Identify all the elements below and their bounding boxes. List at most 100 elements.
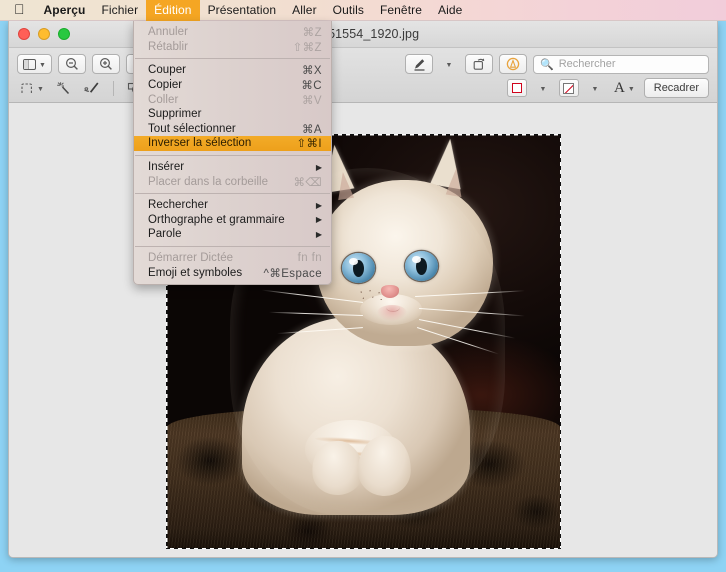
menu-item-label: Coller <box>148 93 179 106</box>
toolbar-row-primary: ▼ ▼ 🔍 Rechercher <box>17 52 709 76</box>
menu-separator <box>135 58 330 60</box>
desktop-background:  Aperçu Fichier Édition Présentation Al… <box>0 0 726 572</box>
menu-item-rechercher[interactable]: Rechercher ▶ <box>134 198 331 213</box>
border-color-button[interactable] <box>506 79 527 97</box>
menu-item-supprimer[interactable]: Supprimer <box>134 107 331 122</box>
magic-wand-icon <box>57 82 69 95</box>
menu-bar:  Aperçu Fichier Édition Présentation Al… <box>0 0 726 21</box>
rotate-button[interactable] <box>465 54 493 74</box>
kitten-eye-left <box>341 253 375 283</box>
instant-alpha-button[interactable] <box>53 78 74 98</box>
chevron-down-icon: ▼ <box>627 85 635 93</box>
zoom-out-button[interactable] <box>57 54 86 74</box>
close-button[interactable] <box>18 28 30 40</box>
menu-item-label: Annuler <box>148 26 188 39</box>
menu-item-shortcut: ⌘V <box>302 94 322 107</box>
border-color-menu-button[interactable]: ▼ <box>533 78 553 98</box>
menubar-item-aller[interactable]: Aller <box>284 0 325 21</box>
pen-icon <box>414 58 424 71</box>
menu-item-label: Copier <box>148 79 183 92</box>
kitten-lip <box>377 305 407 321</box>
menu-item-shortcut: ⌘C <box>301 80 322 93</box>
kitten-eye-right <box>404 251 438 282</box>
menu-separator <box>135 192 330 194</box>
menu-item-label: Insérer <box>148 161 185 174</box>
menubar-item-edition[interactable]: Édition <box>146 0 200 21</box>
menu-item-inserer[interactable]: Insérer ▶ <box>134 160 331 175</box>
fill-color-menu-button[interactable]: ▼ <box>585 78 605 98</box>
document-canvas[interactable] <box>9 103 717 557</box>
menubar-item-fenetre[interactable]: Fenêtre <box>372 0 430 21</box>
kitten-whisker-dots <box>357 289 386 306</box>
menu-item-orthographe-et-grammaire[interactable]: Orthographe et grammaire ▶ <box>134 213 331 228</box>
chevron-down-icon: ▼ <box>39 61 46 69</box>
menu-item-label: Orthographe et grammaire <box>148 213 285 226</box>
menubar-item-apercu[interactable]: Aperçu <box>36 0 94 21</box>
sidebar-icon <box>23 58 36 70</box>
menu-item-demarrer-dictee[interactable]: Démarrer Dictée fn fn <box>134 251 331 266</box>
menu-item-coller[interactable]: Coller ⌘V <box>134 92 331 107</box>
menubar-item-fichier[interactable]: Fichier <box>93 0 146 21</box>
window-controls <box>9 28 70 40</box>
search-placeholder: Rechercher <box>558 58 616 70</box>
selection-icon <box>21 82 32 93</box>
submenu-arrow-icon: ▶ <box>315 200 322 210</box>
menu-item-label: Rechercher <box>148 199 208 212</box>
preview-window: ty-551554_1920.jpg ▼ ▼ 🔍 Rechercher ▼ ▼ … <box>8 21 718 558</box>
annotate-circle-icon <box>506 57 520 71</box>
menu-item-placer-dans-la-corbeille[interactable]: Placer dans la corbeille ⌘⌫ <box>134 174 331 189</box>
minimize-button[interactable] <box>38 28 50 40</box>
menu-item-shortcut: ⇧⌘I <box>296 138 322 151</box>
annotate-button[interactable] <box>499 54 527 74</box>
chevron-down-icon: ▼ <box>591 85 599 93</box>
text-style-button[interactable]: A ▼ <box>611 78 638 98</box>
chevron-down-icon: ▼ <box>37 85 44 93</box>
text-style-label: A <box>613 79 625 96</box>
zoom-in-button[interactable] <box>91 54 120 74</box>
menu-item-label: Tout sélectionner <box>148 122 236 135</box>
menu-item-label: Inverser la sélection <box>148 137 252 150</box>
markup-options-button[interactable]: ▼ <box>439 54 459 74</box>
menu-item-shortcut: ⌘X <box>302 65 322 78</box>
eye-glint <box>412 256 421 264</box>
menu-item-tout-selectionner[interactable]: Tout sélectionner ⌘A <box>134 122 331 137</box>
sketch-button[interactable] <box>80 78 103 98</box>
crop-button[interactable]: Recadrer <box>643 78 709 98</box>
rotate-icon <box>473 58 485 70</box>
menu-item-inverser-la-selection[interactable]: Inverser la sélection ⇧⌘I <box>134 136 331 151</box>
search-field[interactable]: 🔍 Rechercher <box>533 54 709 74</box>
window-title-bar[interactable]: ty-551554_1920.jpg <box>9 21 717 48</box>
submenu-arrow-icon: ▶ <box>315 229 322 239</box>
chevron-down-icon: ▼ <box>539 85 547 93</box>
sketch-icon <box>84 82 99 93</box>
zoom-button[interactable] <box>58 28 70 40</box>
menu-item-retablir[interactable]: Rétablir ⇧⌘Z <box>134 40 331 55</box>
chevron-down-icon: ▼ <box>445 61 453 69</box>
menu-item-shortcut: ⌘A <box>302 123 322 136</box>
eye-glint <box>349 257 358 265</box>
menu-item-parole[interactable]: Parole ▶ <box>134 227 331 242</box>
border-color-swatch <box>511 83 522 93</box>
edit-dropdown-menu[interactable]: Annuler ⌘Z Rétablir ⇧⌘Z Couper ⌘X Copier… <box>133 21 332 285</box>
apple-logo-icon[interactable]:  <box>0 2 36 16</box>
menu-item-copier[interactable]: Copier ⌘C <box>134 78 331 93</box>
toolbar-divider <box>112 80 114 96</box>
menu-separator <box>135 154 330 156</box>
rect-selection-button[interactable]: ▼ <box>17 78 47 98</box>
menu-item-annuler[interactable]: Annuler ⌘Z <box>134 25 331 40</box>
sidebar-view-button[interactable]: ▼ <box>17 54 52 74</box>
menu-item-label: Emoji et symboles <box>148 266 243 279</box>
menu-item-label: Rétablir <box>148 40 189 53</box>
submenu-arrow-icon: ▶ <box>315 162 322 172</box>
menu-item-emoji-et-symboles[interactable]: Emoji et symboles ^⌘Espace <box>134 265 331 280</box>
fill-color-swatch <box>563 82 575 94</box>
zoom-out-icon <box>65 57 78 70</box>
menu-item-label: Supprimer <box>148 108 202 121</box>
menubar-item-presentation[interactable]: Présentation <box>200 0 285 21</box>
menubar-item-aide[interactable]: Aide <box>430 0 470 21</box>
menubar-item-outils[interactable]: Outils <box>325 0 372 21</box>
menu-item-couper[interactable]: Couper ⌘X <box>134 63 331 78</box>
markup-pen-button[interactable] <box>405 54 433 74</box>
menu-separator <box>135 245 330 247</box>
fill-color-button[interactable] <box>558 79 579 97</box>
